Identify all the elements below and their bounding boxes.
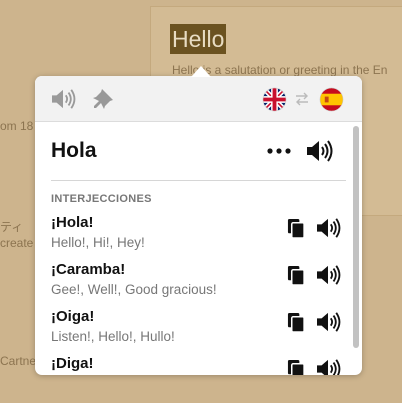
translation-list: ¡Hola! Hello!, Hi!, Hey! ¡Caramba! Gee!,… bbox=[51, 214, 342, 375]
speaker-icon[interactable] bbox=[304, 136, 334, 166]
swap-icon[interactable] bbox=[291, 86, 313, 112]
selected-word-highlight: Hello bbox=[170, 24, 227, 54]
background-fragment: ティ bbox=[0, 220, 24, 234]
copy-icon[interactable] bbox=[285, 216, 307, 240]
scrollbar-thumb[interactable] bbox=[353, 126, 359, 348]
background-fragment: create bbox=[0, 236, 34, 250]
speaker-icon[interactable] bbox=[50, 86, 76, 112]
copy-icon[interactable] bbox=[285, 263, 307, 287]
list-item: ¡Hola! Hello!, Hi!, Hey! bbox=[51, 214, 342, 261]
speaker-icon[interactable] bbox=[314, 310, 342, 334]
pin-icon[interactable] bbox=[91, 86, 117, 112]
uk-flag-icon[interactable] bbox=[261, 86, 287, 112]
translation-word: Hola bbox=[51, 139, 97, 162]
speaker-icon[interactable] bbox=[314, 216, 342, 240]
divider bbox=[51, 180, 346, 181]
copy-icon[interactable] bbox=[285, 310, 307, 334]
background-fragment: om 18 bbox=[0, 119, 34, 133]
list-item: ¡Diga! bbox=[51, 355, 342, 375]
more-dots-icon[interactable] bbox=[264, 141, 294, 161]
copy-icon[interactable] bbox=[285, 357, 307, 375]
translation-header: Hola bbox=[51, 134, 334, 168]
popup-arrow bbox=[191, 66, 211, 77]
speaker-icon[interactable] bbox=[314, 263, 342, 287]
list-item: ¡Caramba! Gee!, Well!, Good gracious! bbox=[51, 261, 342, 308]
speaker-icon[interactable] bbox=[314, 357, 342, 375]
translation-popup: Hola INTERJECCIONES ¡Hola! Hello!, Hi!, … bbox=[35, 76, 362, 375]
scrollbar[interactable] bbox=[353, 124, 359, 372]
spain-flag-icon[interactable] bbox=[318, 86, 344, 112]
list-item: ¡Oiga! Listen!, Hello!, Hullo! bbox=[51, 308, 342, 355]
section-title: INTERJECCIONES bbox=[51, 193, 152, 205]
popup-toolbar bbox=[35, 76, 362, 122]
background-fragment: Cartne bbox=[0, 354, 37, 368]
